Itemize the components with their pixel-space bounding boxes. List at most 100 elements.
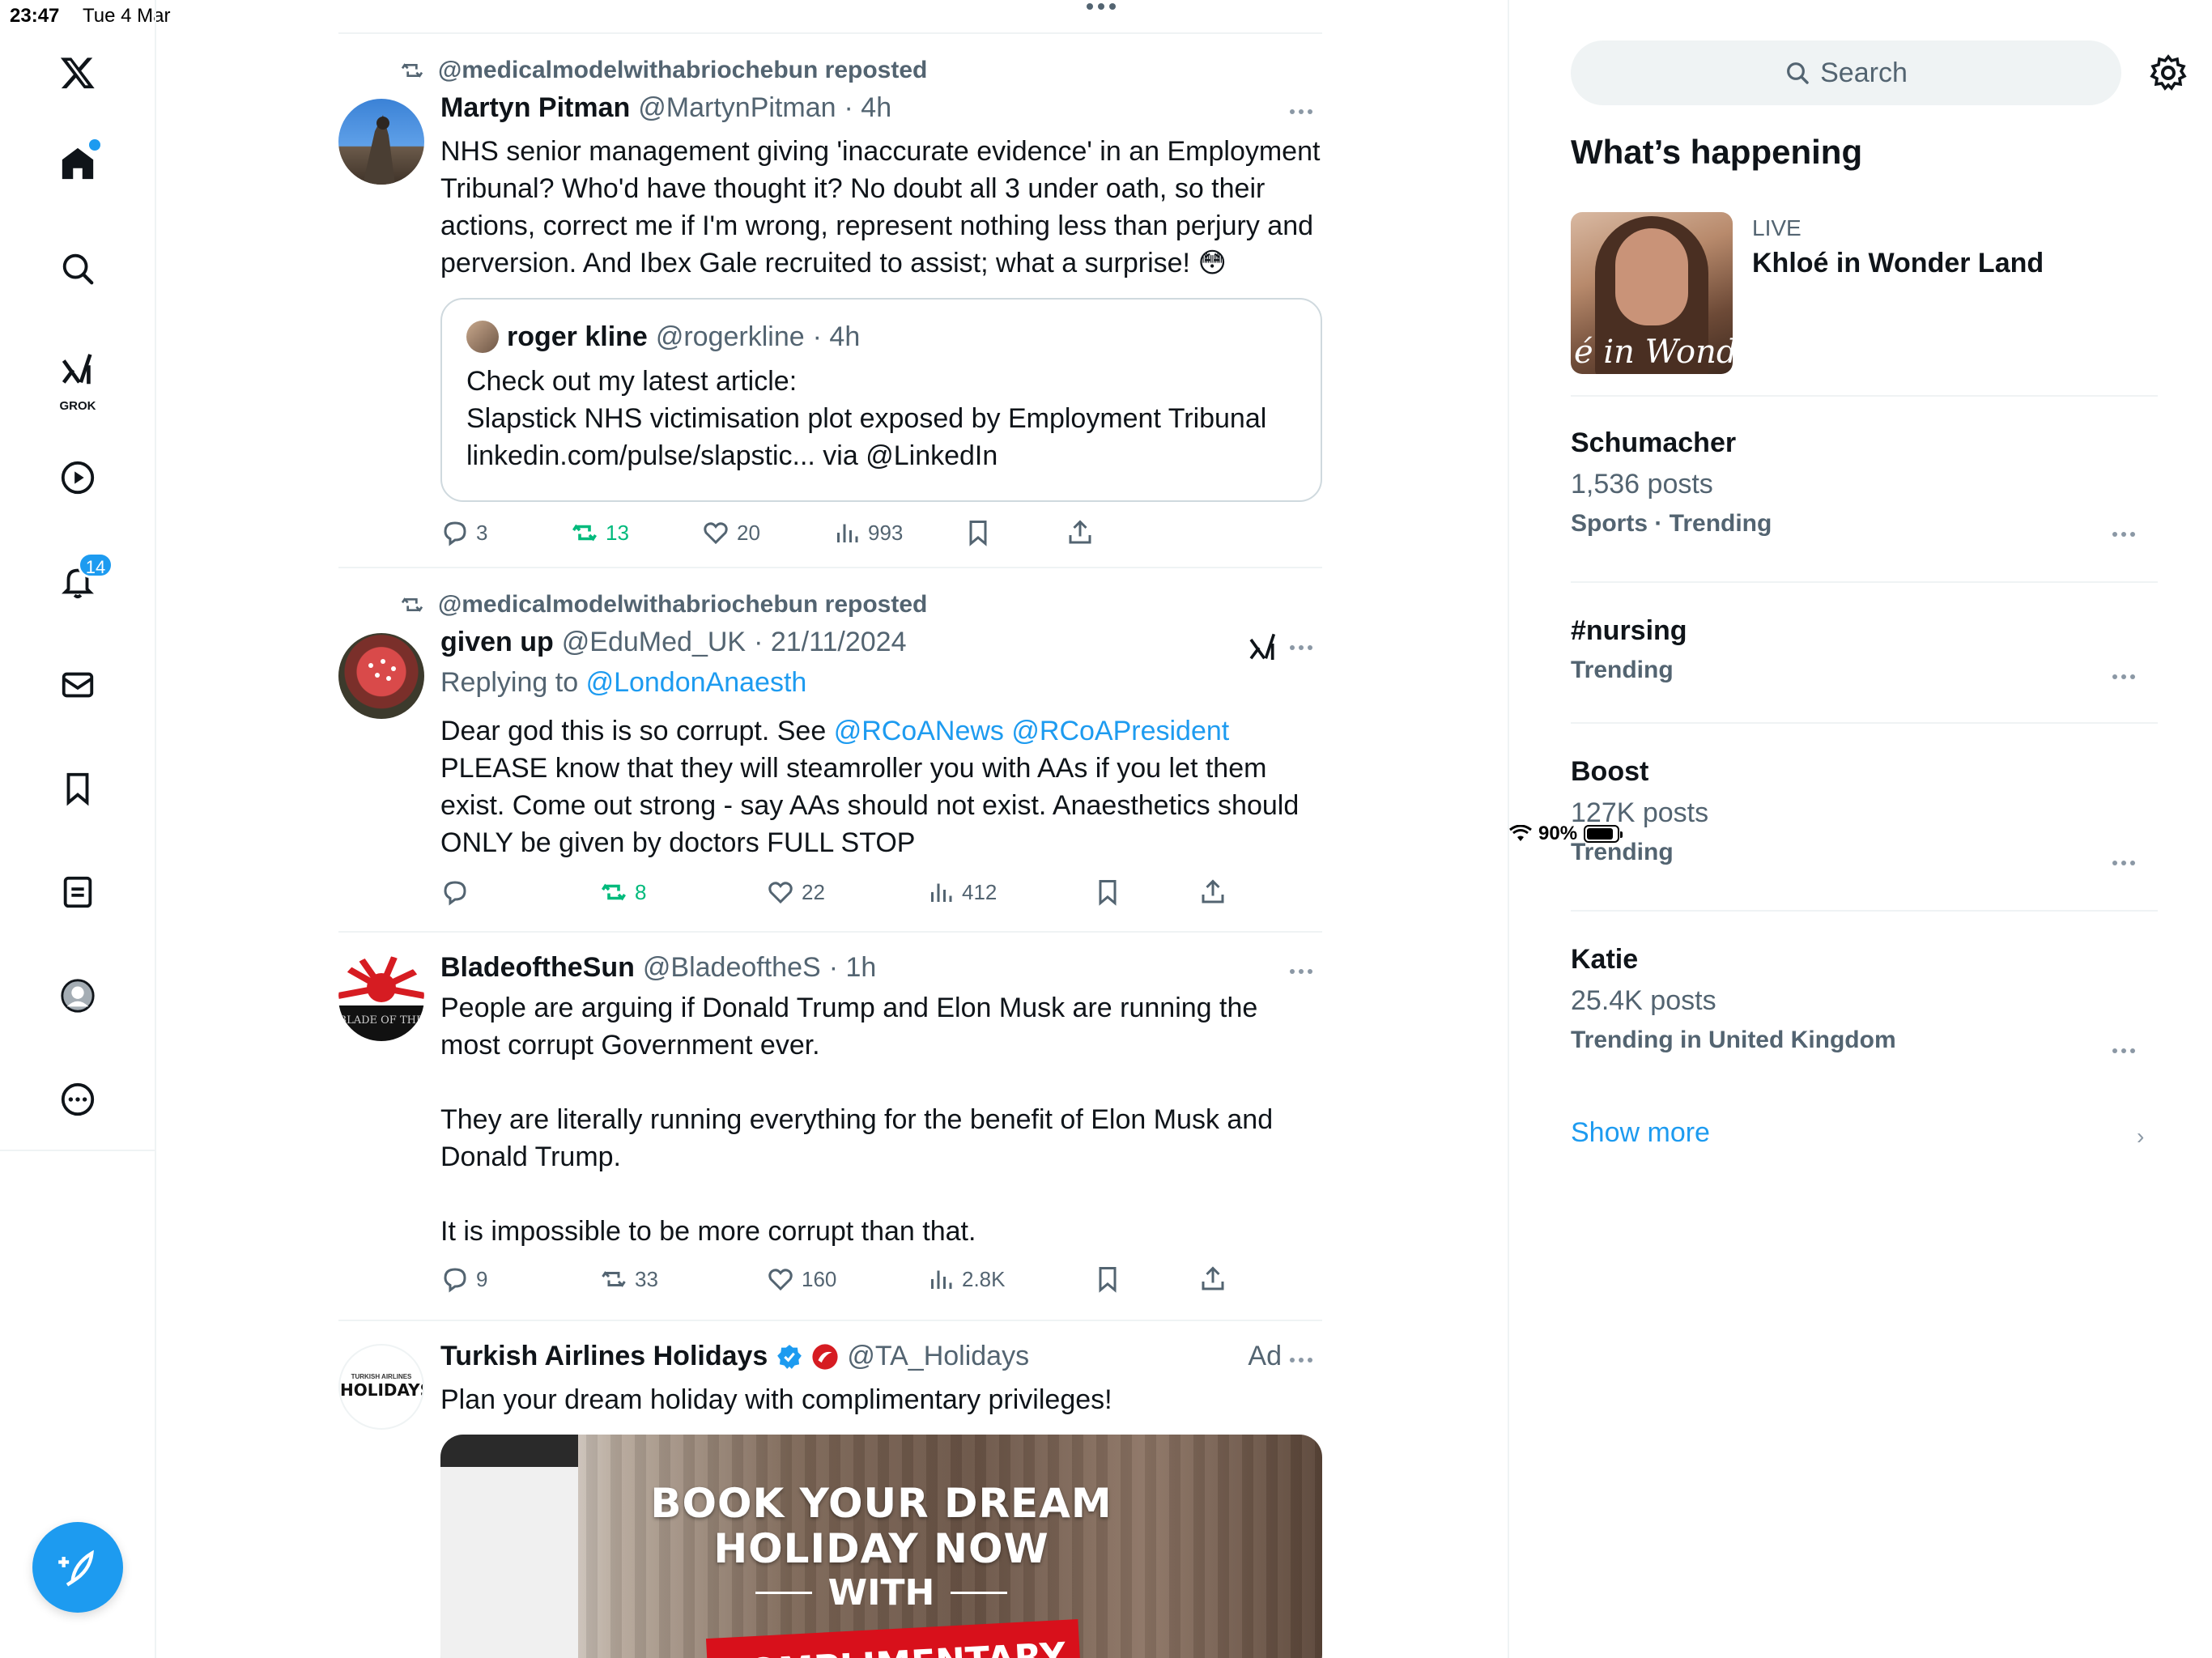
author-name[interactable]: Turkish Airlines Holidays xyxy=(440,1341,768,1372)
reply-icon xyxy=(444,1268,466,1293)
settings-gear-icon[interactable] xyxy=(2149,53,2188,92)
video-play-icon[interactable] xyxy=(45,445,110,510)
repost-icon xyxy=(401,597,423,612)
author-name[interactable]: Martyn Pitman xyxy=(440,92,630,124)
live-event-card[interactable]: é in Wonder L LIVE Khloé in Wonder Land xyxy=(1571,212,2158,382)
trend-more-button[interactable] xyxy=(2112,526,2145,542)
ad-image-line-2: HOLIDAY NOW xyxy=(713,1525,1049,1572)
trend-item-boost[interactable]: Boost 127K posts Trending xyxy=(1571,756,2158,866)
grok-explain-icon[interactable] xyxy=(1247,631,1279,664)
trend-item-schumacher[interactable]: Schumacher 1,536 posts Sports · Trending xyxy=(1571,427,2158,538)
reply-icon xyxy=(444,521,466,546)
tweet-more-button[interactable] xyxy=(1290,963,1322,980)
more-options-icon[interactable] xyxy=(45,1067,110,1132)
grok-icon[interactable]: GROK xyxy=(45,340,110,418)
quote-avatar[interactable] xyxy=(466,321,499,353)
author-name[interactable]: given up xyxy=(440,627,554,658)
rail-divider xyxy=(0,1150,156,1151)
affiliate-logo-icon xyxy=(812,1343,838,1370)
bookmark-button[interactable] xyxy=(963,518,993,547)
repost-icon xyxy=(401,63,423,78)
tweet-more-button[interactable] xyxy=(1290,104,1322,120)
repost-button[interactable]: 8 xyxy=(599,878,646,907)
tweet-more-button[interactable] xyxy=(1290,1352,1322,1368)
avatar-turkish-airlines-holidays[interactable]: TURKISH AIRLINES HOLIDAYS xyxy=(338,1344,424,1430)
bookmark-button[interactable] xyxy=(1093,878,1122,907)
author-handle[interactable]: @BladeoftheS xyxy=(643,952,821,984)
share-button[interactable] xyxy=(1198,878,1227,907)
trend-item-nursing[interactable]: #nursing Trending xyxy=(1571,615,2158,684)
home-icon[interactable] xyxy=(45,131,110,196)
repost-button[interactable]: 33 xyxy=(599,1265,658,1294)
author-handle[interactable]: @EduMed_UK xyxy=(562,627,746,658)
mention-rcoanews[interactable]: @RCoANews xyxy=(834,716,1004,746)
reply-button[interactable] xyxy=(440,878,476,907)
like-button[interactable]: 160 xyxy=(766,1265,836,1294)
feed-divider xyxy=(338,931,1322,933)
notifications-bell-icon[interactable]: 14 xyxy=(45,549,113,614)
repost-by-label: @medicalmodelwithabriochebun reposted xyxy=(438,57,928,83)
trend-divider xyxy=(1571,910,2158,912)
reply-count: 9 xyxy=(476,1266,488,1291)
reply-button[interactable]: 9 xyxy=(440,1265,487,1294)
show-more-link[interactable]: Show more xyxy=(1571,1117,1710,1149)
feed-divider xyxy=(338,1320,1322,1321)
trend-item-katie[interactable]: Katie 25.4K posts Trending in United Kin… xyxy=(1571,944,2158,1054)
repost-icon xyxy=(602,883,626,901)
author-handle[interactable]: @TA_Holidays xyxy=(847,1341,1029,1372)
trend-name: Schumacher xyxy=(1571,427,1737,458)
bookmark-button[interactable] xyxy=(1093,1265,1122,1294)
trend-meta: Trending in United Kingdom xyxy=(1571,1027,1896,1053)
trend-divider xyxy=(1571,395,2158,397)
replying-to-prefix: Replying to xyxy=(440,667,579,698)
trend-more-button[interactable] xyxy=(2112,1043,2145,1059)
trend-post-count: 25.4K posts xyxy=(1571,985,1716,1016)
avatar-text: BLADE OF THE xyxy=(339,1014,424,1027)
search-icon[interactable] xyxy=(45,236,110,301)
quoted-tweet[interactable]: roger kline @rogerkline · 4h Check out m… xyxy=(440,298,1322,502)
like-count: 22 xyxy=(802,879,825,904)
profile-avatar-icon[interactable] xyxy=(45,963,110,1028)
replying-to: Replying to @LondonAnaesth xyxy=(440,667,806,699)
avatar-bladeofthesun[interactable]: BLADE OF THE xyxy=(338,955,424,1041)
share-icon xyxy=(1202,1266,1224,1290)
views-button[interactable]: 993 xyxy=(832,518,903,547)
views-button[interactable]: 412 xyxy=(926,878,997,907)
trend-divider xyxy=(1571,581,2158,583)
whats-happening-heading: What’s happening xyxy=(1571,133,1863,171)
tweet-time[interactable]: · 21/11/2024 xyxy=(754,627,906,658)
share-button[interactable] xyxy=(1066,518,1095,547)
search-icon xyxy=(1787,62,1809,84)
tweet-more-button[interactable] xyxy=(1290,640,1322,656)
trend-name: #nursing xyxy=(1571,615,1687,646)
quote-author-name[interactable]: roger kline xyxy=(507,321,648,353)
compose-post-button[interactable] xyxy=(32,1522,123,1613)
trend-more-button[interactable] xyxy=(2112,669,2145,685)
tweet-time[interactable]: · 1h xyxy=(829,952,877,984)
repost-button[interactable]: 13 xyxy=(570,518,629,547)
author-name[interactable]: BladeoftheSun xyxy=(440,952,635,984)
search-input[interactable]: Search xyxy=(1571,40,2121,105)
views-chart-icon xyxy=(931,883,952,902)
like-button[interactable]: 22 xyxy=(766,878,825,907)
trend-more-button[interactable] xyxy=(2112,855,2145,871)
bookmarks-icon[interactable] xyxy=(45,756,110,821)
share-button[interactable] xyxy=(1198,1265,1227,1294)
avatar-given-up[interactable] xyxy=(338,633,424,719)
author-handle[interactable]: @MartynPitman xyxy=(638,92,836,124)
replying-to-handle[interactable]: @LondonAnaesth xyxy=(586,667,807,698)
messages-envelope-icon[interactable] xyxy=(45,653,110,717)
quote-author-handle[interactable]: @rogerkline xyxy=(656,321,805,353)
tweet-time[interactable]: · 4h xyxy=(844,92,892,124)
mention-rcoapresident[interactable]: @RCoAPresident xyxy=(1011,716,1229,746)
views-button[interactable]: 2.8K xyxy=(926,1265,1006,1294)
x-logo-icon[interactable] xyxy=(45,40,110,105)
ad-media-image[interactable]: BOOK YOUR DREAM HOLIDAY NOW WITH COMPLIM… xyxy=(440,1435,1322,1658)
tweet-text: Plan your dream holiday with complimenta… xyxy=(440,1384,1112,1415)
repost-count: 33 xyxy=(635,1266,658,1291)
like-button[interactable]: 20 xyxy=(701,518,760,547)
tweet-paragraph-3: It is impossible to be more corrupt than… xyxy=(440,1216,976,1247)
avatar-martyn-pitman[interactable] xyxy=(338,99,424,185)
reply-button[interactable]: 3 xyxy=(440,518,487,547)
lists-icon[interactable] xyxy=(45,860,110,925)
